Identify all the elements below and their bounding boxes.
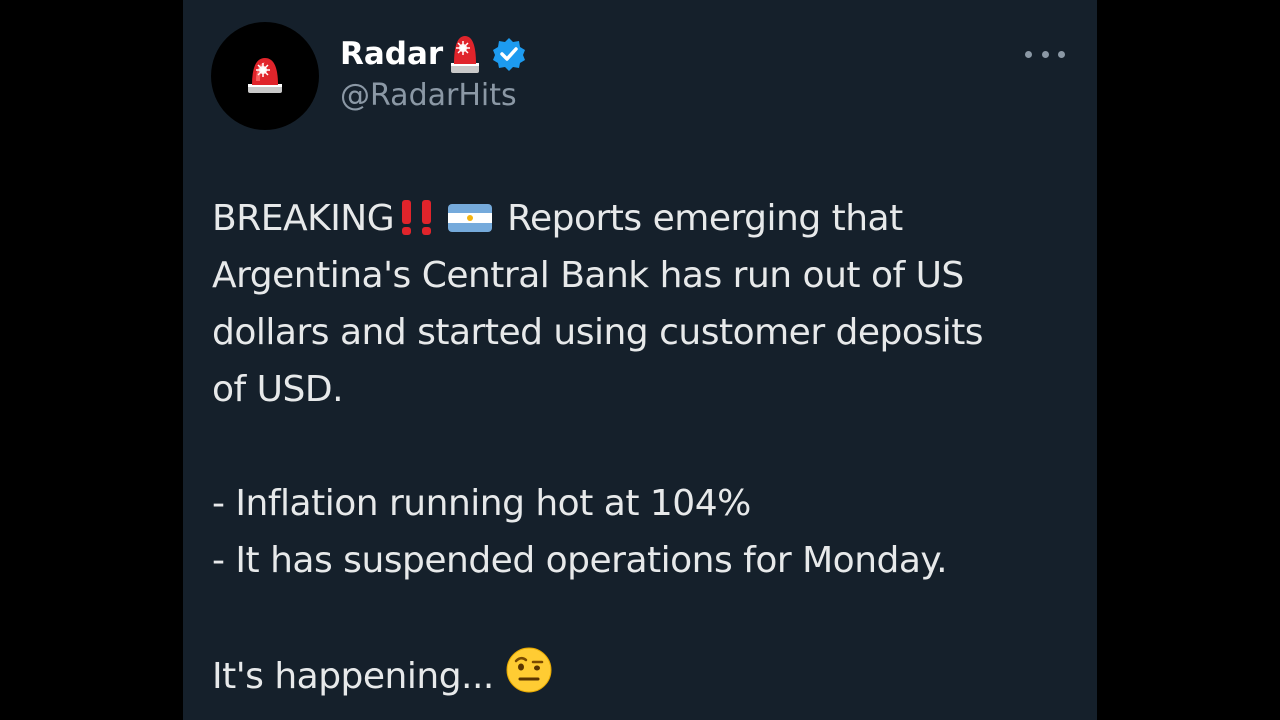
dot [1058,50,1065,58]
argentina-flag-icon [448,204,493,232]
raised-eyebrow-face-icon [506,647,552,693]
user-handle[interactable]: @RadarHits [340,78,517,113]
siren-icon [248,58,282,93]
display-name-row[interactable]: Radar [340,34,527,74]
tweet-line-1: BREAKING Reports emerging that [212,190,1072,247]
bullet-suspended: - It has suspended operations for Monday… [212,540,948,581]
breaking-text: BREAKING [212,198,395,239]
tweet-line-4: of USD. [212,369,344,410]
siren-icon [451,36,480,73]
tweet-card: Radar @RadarHits BREAKING Reports emergi… [183,0,1097,720]
tweet-body: BREAKING Reports emerging that Argentina… [212,190,1072,703]
verified-badge-icon [493,38,526,71]
bullet-inflation: - Inflation running hot at 104% [212,483,751,524]
double-exclamation-icon [402,200,432,235]
tweet-line-3: dollars and started using customer depos… [212,312,984,353]
line1-rest-text: Reports emerging that [496,198,903,239]
closing-text: It's happening... [212,656,505,697]
display-name[interactable]: Radar [340,36,443,72]
dot [1041,50,1049,58]
avatar[interactable] [211,22,319,130]
tweet-closing-line: It's happening... [212,646,1072,703]
dot [1025,50,1032,58]
tweet-line-2: Argentina's Central Bank has run out of … [212,255,964,296]
more-options-icon[interactable] [1025,40,1065,68]
